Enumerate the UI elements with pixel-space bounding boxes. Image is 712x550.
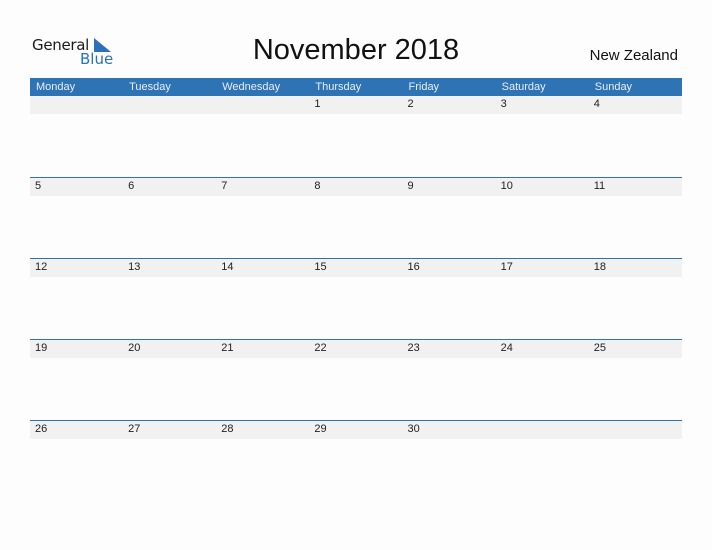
day-cell — [496, 421, 589, 439]
day-cell: 16 — [407, 261, 420, 273]
day-cell: 19 — [35, 342, 48, 354]
week-row: 12 13 14 15 16 17 18 — [30, 258, 682, 277]
weekday-sunday: Sunday — [594, 81, 633, 93]
day-cell: 21 — [221, 342, 234, 354]
country-label: New Zealand — [589, 47, 678, 64]
day-cell: 1 — [314, 98, 321, 110]
day-cell: 20 — [128, 342, 141, 354]
day-cell: 13 — [128, 261, 141, 273]
week-row: 1 2 3 4 — [30, 96, 682, 114]
day-cell: 17 — [500, 261, 513, 273]
week-row: 5 6 7 8 9 10 11 — [30, 177, 682, 196]
day-cell: 3 — [500, 98, 507, 110]
week-row: 19 20 21 22 23 24 25 — [30, 339, 682, 358]
day-cell: 14 — [221, 261, 234, 273]
day-cell: 26 — [35, 423, 48, 435]
day-cell: 7 — [221, 180, 228, 192]
day-cell: 30 — [407, 423, 420, 435]
weekday-monday: Monday — [36, 81, 76, 93]
day-cell — [216, 96, 309, 114]
day-cell: 18 — [593, 261, 606, 273]
day-cell: 22 — [314, 342, 327, 354]
day-cell: 24 — [500, 342, 513, 354]
day-cell: 12 — [35, 261, 48, 273]
day-cell: 23 — [407, 342, 420, 354]
day-cell: 8 — [314, 180, 321, 192]
day-cell: 15 — [314, 261, 327, 273]
day-cell: 11 — [593, 180, 606, 192]
day-cell — [123, 96, 216, 114]
day-cell: 25 — [593, 342, 606, 354]
week-row: 26 27 28 29 30 — [30, 420, 682, 439]
weekday-thursday: Thursday — [315, 81, 362, 93]
day-cell: 29 — [314, 423, 327, 435]
day-cell: 28 — [221, 423, 234, 435]
day-cell: 5 — [35, 180, 42, 192]
day-cell: 10 — [500, 180, 513, 192]
weekday-header: Monday Tuesday Wednesday Thursday Friday… — [30, 78, 682, 96]
weekday-friday: Friday — [408, 81, 440, 93]
weekday-wednesday: Wednesday — [222, 81, 281, 93]
weekday-tuesday: Tuesday — [129, 81, 171, 93]
day-cell: 27 — [128, 423, 141, 435]
day-cell: 2 — [407, 98, 414, 110]
day-cell: 9 — [407, 180, 414, 192]
day-cell: 4 — [593, 98, 600, 110]
weekday-saturday: Saturday — [501, 81, 546, 93]
day-cell — [30, 96, 123, 114]
day-cell: 6 — [128, 180, 135, 192]
day-cell — [589, 421, 682, 439]
